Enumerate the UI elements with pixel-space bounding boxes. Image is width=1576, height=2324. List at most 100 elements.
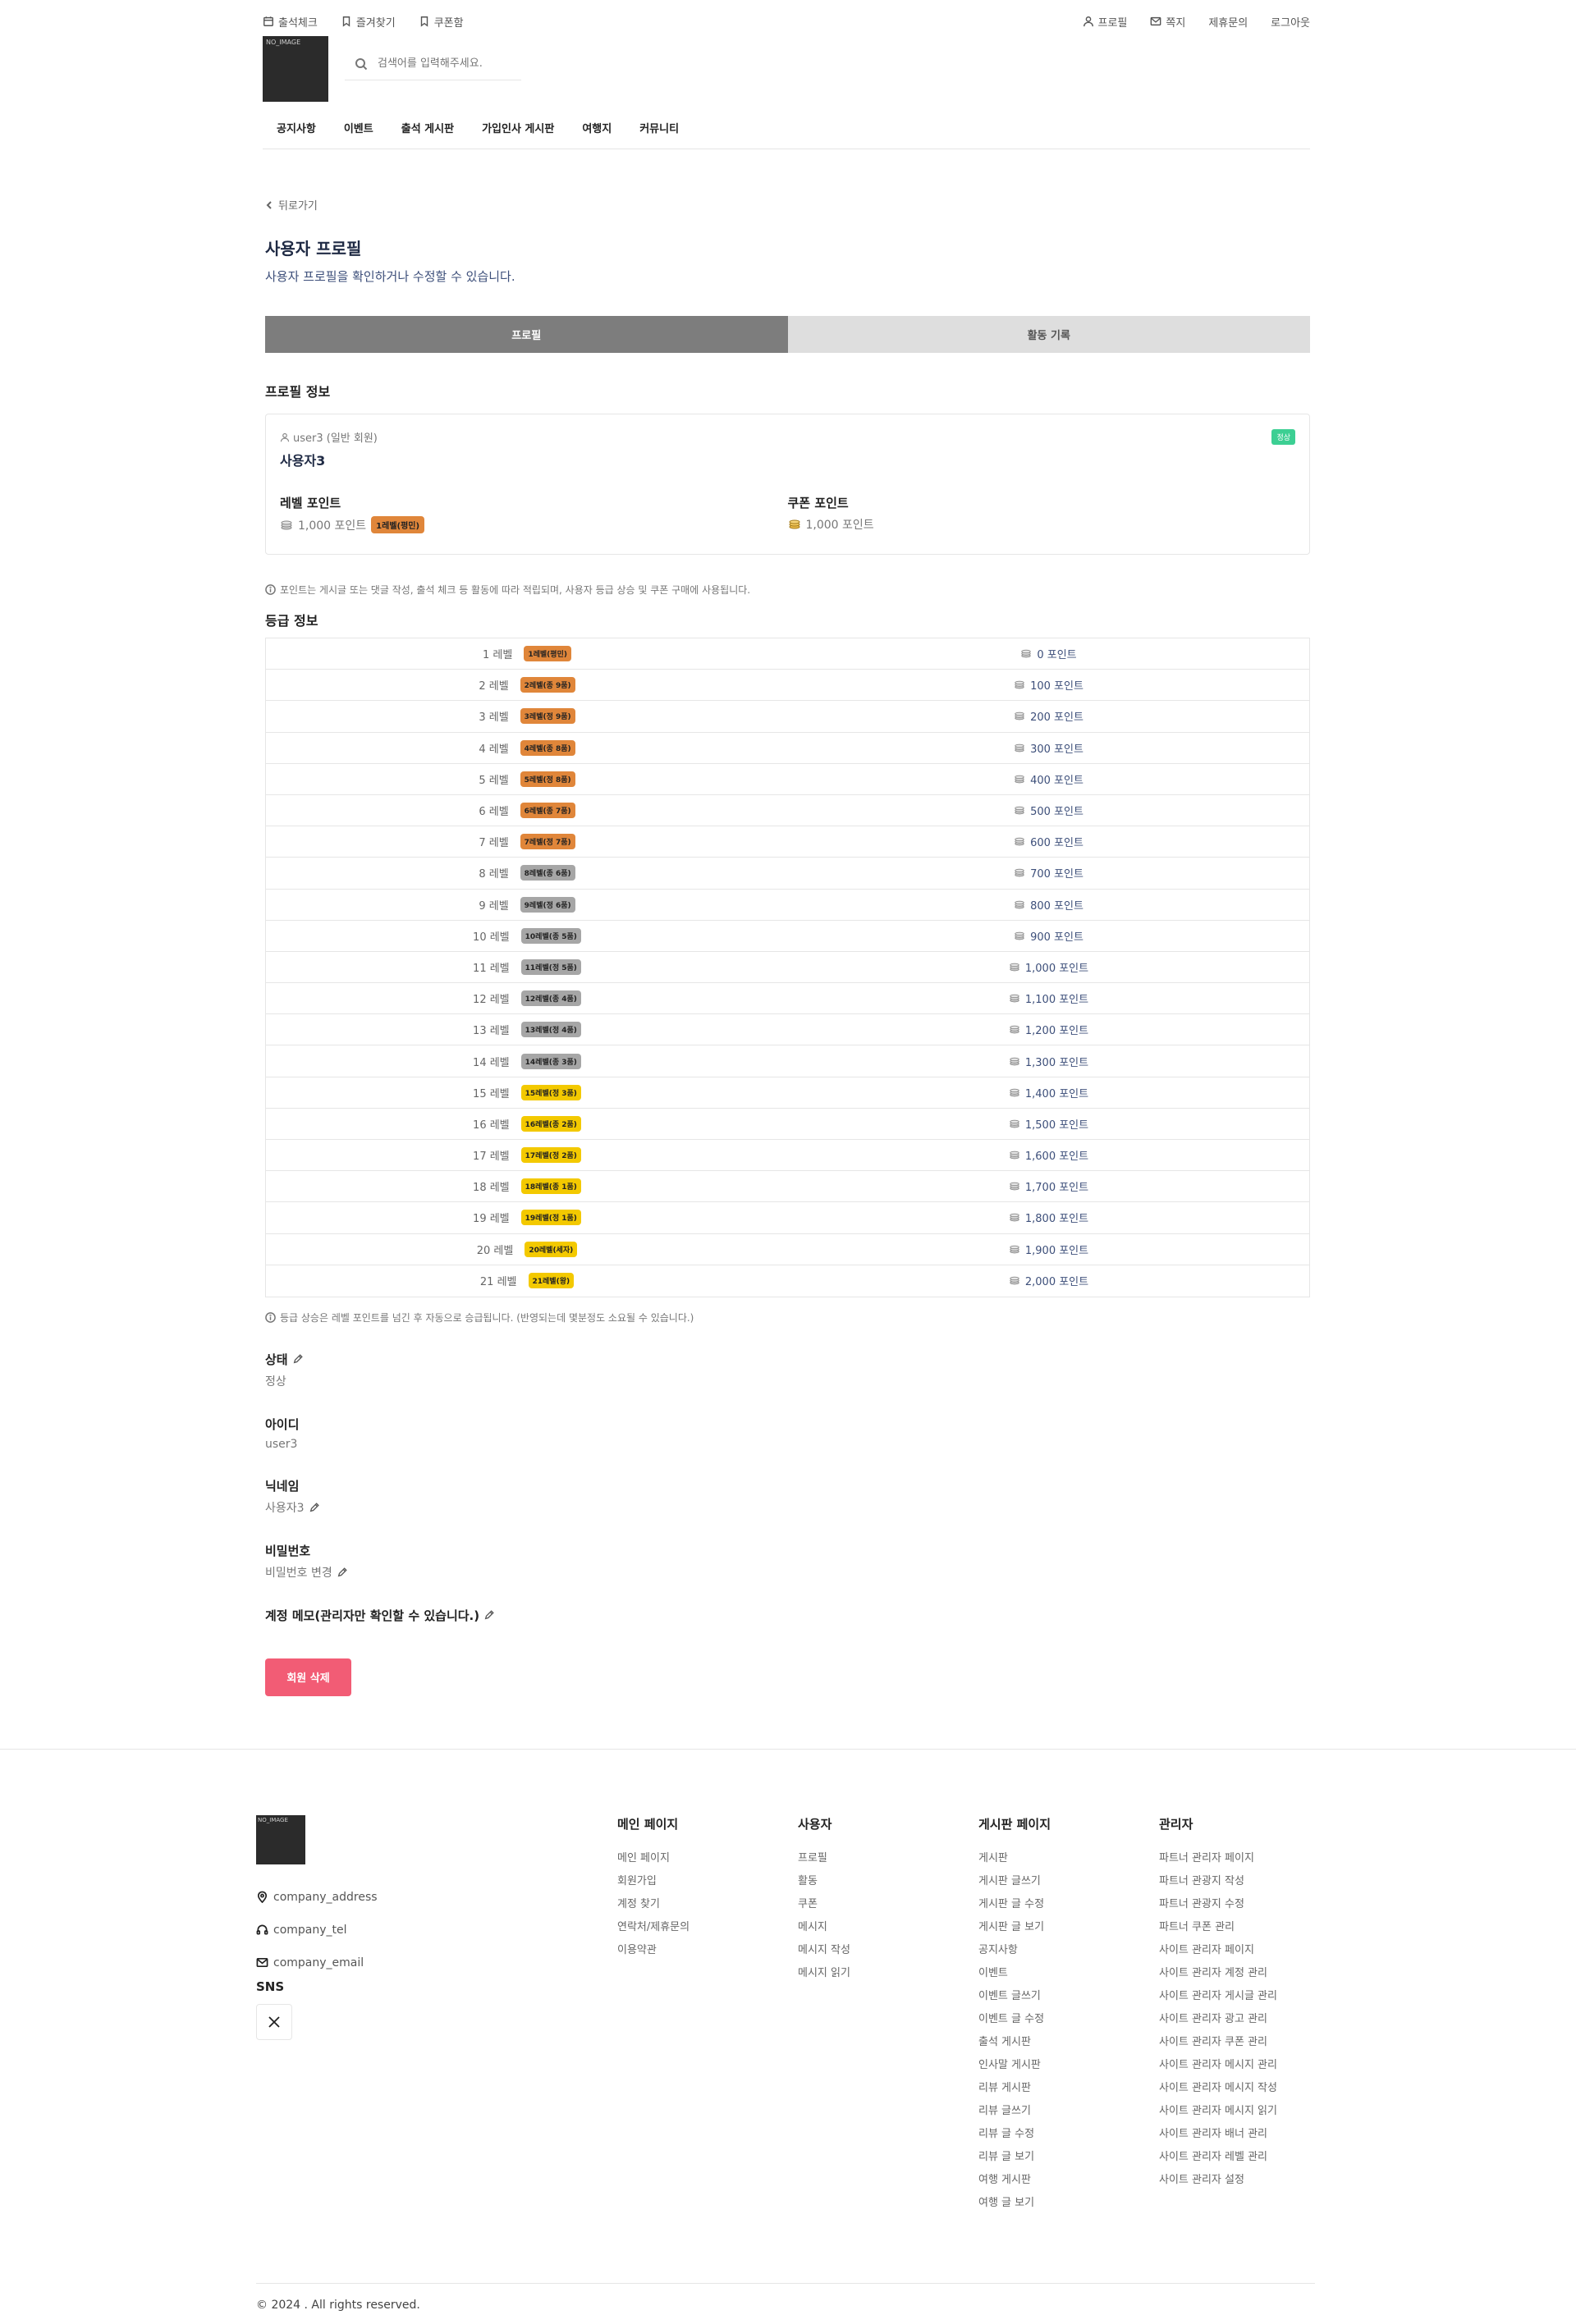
footer-link[interactable]: 메인 페이지 (617, 1849, 690, 1872)
copyright: © 2024 . All rights reserved. (256, 2282, 1315, 2312)
grade-level-cell: 19 레벨 19레벨(정 1품) (266, 1210, 788, 1226)
footer-link[interactable]: 회원가입 (617, 1872, 690, 1895)
site-logo[interactable]: NO_IMAGE (263, 36, 328, 102)
message-link[interactable]: 쪽지 (1150, 14, 1185, 30)
grade-badge: 21레벨(왕) (528, 1273, 575, 1289)
grade-level: 14 레벨 (473, 1056, 510, 1069)
footer-link[interactable]: 게시판 글쓰기 (978, 1872, 1051, 1895)
grade-points: 600 포인트 (1030, 837, 1084, 850)
favorites-link[interactable]: 즐겨찾기 (341, 14, 396, 30)
coupon-box-link[interactable]: 쿠폰함 (419, 14, 464, 30)
footer-link[interactable]: 이벤트 (978, 1964, 1051, 1987)
footer-link[interactable]: 계정 찾기 (617, 1895, 690, 1918)
attendance-link[interactable]: 출석체크 (263, 14, 318, 30)
footer-link[interactable]: 이벤트 글쓰기 (978, 1987, 1051, 2010)
footer-link[interactable]: 파트너 관광지 작성 (1159, 1872, 1277, 1895)
footer-link[interactable]: 프로필 (798, 1849, 850, 1872)
grade-row: 17 레벨 17레벨(정 2품) 1,600 포인트 (266, 1140, 1309, 1172)
footer-link[interactable]: 사이트 관리자 메시지 읽기 (1159, 2102, 1277, 2125)
edit-nickname-pencil-icon[interactable] (309, 1502, 320, 1513)
footer-link[interactable]: 리뷰 글 보기 (978, 2148, 1051, 2171)
footer-link[interactable]: 사이트 관리자 메시지 작성 (1159, 2079, 1277, 2102)
footer-link[interactable]: 인사말 게시판 (978, 2056, 1051, 2079)
grade-row: 12 레벨 12레벨(종 4품) 1,100 포인트 (266, 983, 1309, 1015)
x-twitter-button[interactable] (256, 2003, 292, 2040)
grade-points: 0 포인트 (1037, 649, 1077, 662)
nav-notice[interactable]: 공지사항 (263, 120, 330, 135)
footer-link[interactable]: 사이트 관리자 페이지 (1159, 1941, 1277, 1964)
nav-travel[interactable]: 여행지 (568, 120, 625, 135)
coins-icon (1015, 900, 1024, 908)
delete-member-button[interactable]: 회원 삭제 (265, 1658, 351, 1696)
tab-activity[interactable]: 활동 기록 (787, 316, 1310, 353)
footer-link[interactable]: 게시판 글 수정 (978, 1895, 1051, 1918)
nav-attendance-board[interactable]: 출석 게시판 (387, 120, 468, 135)
grade-level-cell: 13 레벨 13레벨(정 4품) (266, 1022, 788, 1038)
tab-profile[interactable]: 프로필 (265, 316, 788, 353)
footer-link[interactable]: 사이트 관리자 게시글 관리 (1159, 1987, 1277, 2010)
partnership-link[interactable]: 제휴문의 (1208, 14, 1248, 30)
footer-link[interactable]: 리뷰 게시판 (978, 2079, 1051, 2102)
footer-link[interactable]: 사이트 관리자 설정 (1159, 2171, 1277, 2194)
footer-link[interactable]: 파트너 관광지 수정 (1159, 1895, 1277, 1918)
nav-community[interactable]: 커뮤니티 (625, 120, 693, 135)
coins-icon (1021, 649, 1032, 658)
brand-row: NO_IMAGE (263, 36, 1310, 102)
footer-link[interactable]: 사이트 관리자 메시지 관리 (1159, 2056, 1277, 2079)
logo-text: NO_IMAGE (266, 39, 301, 46)
search-input[interactable] (378, 57, 501, 70)
edit-status-pencil-icon[interactable] (292, 1353, 304, 1365)
footer-link[interactable]: 여행 게시판 (978, 2171, 1051, 2194)
footer-link[interactable]: 게시판 글 보기 (978, 1918, 1051, 1941)
nav-event[interactable]: 이벤트 (330, 120, 387, 135)
grade-level: 15 레벨 (473, 1087, 510, 1100)
footer-link[interactable]: 파트너 쿠폰 관리 (1159, 1918, 1277, 1941)
logout-link[interactable]: 로그아웃 (1271, 14, 1310, 30)
footer-link[interactable]: 메시지 (798, 1918, 850, 1941)
password-value-row[interactable]: 비밀번호 변경 (265, 1564, 1310, 1581)
footer-col-title: 관리자 (1159, 1816, 1193, 1832)
footer-link[interactable]: 사이트 관리자 광고 관리 (1159, 2010, 1277, 2033)
footer-link[interactable]: 사이트 관리자 레벨 관리 (1159, 2148, 1277, 2171)
nav-greeting-board[interactable]: 가입인사 게시판 (468, 120, 568, 135)
id-value: user3 (265, 1437, 298, 1451)
footer-link[interactable]: 이벤트 글 수정 (978, 2010, 1051, 2033)
footer-link[interactable]: 이용약관 (617, 1941, 690, 1964)
edit-password-pencil-icon[interactable] (337, 1567, 348, 1578)
footer-link[interactable]: 사이트 관리자 쿠폰 관리 (1159, 2033, 1277, 2056)
grade-row: 1 레벨 1레벨(평민) 0 포인트 (266, 638, 1309, 670)
profile-link[interactable]: 프로필 (1083, 14, 1127, 30)
grade-points: 1,000 포인트 (1024, 962, 1089, 975)
grade-level: 5 레벨 (479, 774, 509, 787)
grade-points-cell: 1,000 포인트 (788, 959, 1309, 975)
footer-link[interactable]: 리뷰 글 수정 (978, 2125, 1051, 2148)
footer-link[interactable]: 게시판 (978, 1849, 1051, 1872)
footer-link[interactable]: 메시지 작성 (798, 1941, 850, 1964)
footer-link[interactable]: 여행 글 보기 (978, 2194, 1051, 2216)
footer-link[interactable]: 연락처/제휴문의 (617, 1918, 690, 1941)
grade-row: 18 레벨 18레벨(종 1품) 1,700 포인트 (266, 1171, 1309, 1203)
edit-memo-pencil-icon[interactable] (483, 1609, 495, 1621)
grade-points-cell: 200 포인트 (788, 708, 1309, 724)
grade-points-cell: 300 포인트 (788, 740, 1309, 756)
search-icon[interactable] (355, 57, 368, 71)
grade-points-cell: 1,400 포인트 (788, 1085, 1309, 1100)
footer-link[interactable]: 메시지 읽기 (798, 1964, 850, 1987)
grade-points-cell: 0 포인트 (788, 646, 1309, 661)
coins-icon (1015, 775, 1024, 784)
memo-label-row: 계정 메모(관리자만 확인할 수 있습니다.) (265, 1607, 1310, 1624)
grade-badge: 16레벨(종 2품) (520, 1115, 581, 1132)
grade-points: 200 포인트 (1030, 711, 1084, 725)
back-button[interactable]: 뒤로가기 (265, 197, 1310, 213)
grade-table: 1 레벨 1레벨(평민) 0 포인트 2 레벨 2레벨(종 9품) 100 포인트 3 레벨… (265, 638, 1310, 1297)
footer-link[interactable]: 사이트 관리자 계정 관리 (1159, 1964, 1277, 1987)
footer-link[interactable]: 공지사항 (978, 1941, 1051, 1964)
footer-link[interactable]: 출석 게시판 (978, 2033, 1051, 2056)
footer-link[interactable]: 활동 (798, 1872, 850, 1895)
footer-link[interactable]: 파트너 관리자 페이지 (1159, 1849, 1277, 1872)
footer-link[interactable]: 쿠폰 (798, 1895, 850, 1918)
grade-level-cell: 11 레벨 11레벨(정 5품) (266, 958, 788, 975)
coins-icon (1015, 806, 1024, 815)
footer-link[interactable]: 리뷰 글쓰기 (978, 2102, 1051, 2125)
footer-link[interactable]: 사이트 관리자 배너 관리 (1159, 2125, 1277, 2148)
